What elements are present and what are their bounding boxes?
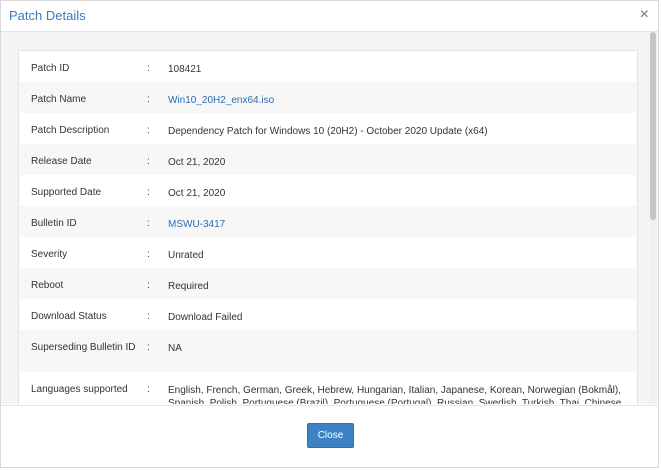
detail-separator: : — [147, 63, 150, 74]
dialog-title: Patch Details — [9, 8, 86, 23]
detail-separator: : — [147, 125, 150, 136]
detail-value: Oct 21, 2020 — [168, 188, 226, 199]
detail-separator: : — [147, 218, 150, 229]
detail-row-release-date: Release Date : Oct 21, 2020 — [19, 144, 637, 175]
close-button[interactable]: Close — [307, 423, 354, 448]
detail-row-patch-id: Patch ID : 108421 — [19, 51, 637, 82]
detail-value: Dependency Patch for Windows 10 (20H2) -… — [168, 126, 488, 137]
detail-value: Oct 21, 2020 — [168, 157, 226, 168]
detail-row-patch-description: Patch Description : Dependency Patch for… — [19, 113, 637, 144]
detail-row-patch-name: Patch Name : Win10_20H2_enx64.iso — [19, 82, 637, 113]
close-icon[interactable]: × — [640, 5, 649, 25]
detail-separator: : — [147, 156, 150, 167]
detail-value: 108421 — [168, 64, 202, 75]
detail-separator: : — [147, 280, 150, 291]
detail-value: English, French, German, Greek, Hebrew, … — [168, 385, 622, 404]
detail-separator: : — [147, 342, 150, 353]
detail-separator: : — [147, 94, 150, 105]
detail-label: Release Date — [31, 156, 92, 167]
detail-label: Patch ID — [31, 63, 70, 74]
bulletin-id-link[interactable]: MSWU-3417 — [168, 218, 631, 231]
vertical-scrollbar[interactable] — [650, 32, 656, 404]
detail-label: Supported Date — [31, 187, 102, 198]
detail-value: Download Failed — [168, 312, 243, 323]
detail-row-languages-supported: Languages supported : English, French, G… — [19, 372, 637, 404]
detail-separator: : — [147, 187, 150, 198]
dialog-footer: Close — [1, 405, 658, 467]
detail-label: Superseding Bulletin ID — [31, 342, 136, 353]
detail-label: Patch Description — [31, 125, 110, 136]
dialog-body[interactable]: Patch ID : 108421 Patch Name : Win10_20H… — [1, 32, 658, 404]
detail-separator: : — [147, 311, 150, 322]
detail-label: Bulletin ID — [31, 218, 77, 229]
detail-label: Download Status — [31, 311, 107, 322]
patch-name-link[interactable]: Win10_20H2_enx64.iso — [168, 94, 631, 107]
detail-value: Required — [168, 281, 209, 292]
detail-row-superseding-bulletin-id: Superseding Bulletin ID : NA — [19, 330, 637, 372]
patch-details-dialog: Patch Details × Patch ID : 108421 Patch … — [0, 0, 659, 468]
detail-row-bulletin-id: Bulletin ID : MSWU-3417 — [19, 206, 637, 237]
dialog-header: Patch Details × — [1, 1, 658, 32]
detail-value: Unrated — [168, 250, 204, 261]
detail-row-reboot: Reboot : Required — [19, 268, 637, 299]
detail-label: Languages supported — [31, 384, 128, 395]
detail-row-download-status: Download Status : Download Failed — [19, 299, 637, 330]
detail-separator: : — [147, 384, 150, 395]
detail-label: Severity — [31, 249, 68, 260]
detail-separator: : — [147, 249, 150, 260]
detail-row-supported-date: Supported Date : Oct 21, 2020 — [19, 175, 637, 206]
detail-label: Patch Name — [31, 94, 87, 105]
details-panel: Patch ID : 108421 Patch Name : Win10_20H… — [18, 50, 638, 404]
detail-label: Reboot — [31, 280, 64, 291]
detail-value: NA — [168, 343, 182, 354]
detail-row-severity: Severity : Unrated — [19, 237, 637, 268]
scrollbar-thumb[interactable] — [650, 32, 656, 220]
